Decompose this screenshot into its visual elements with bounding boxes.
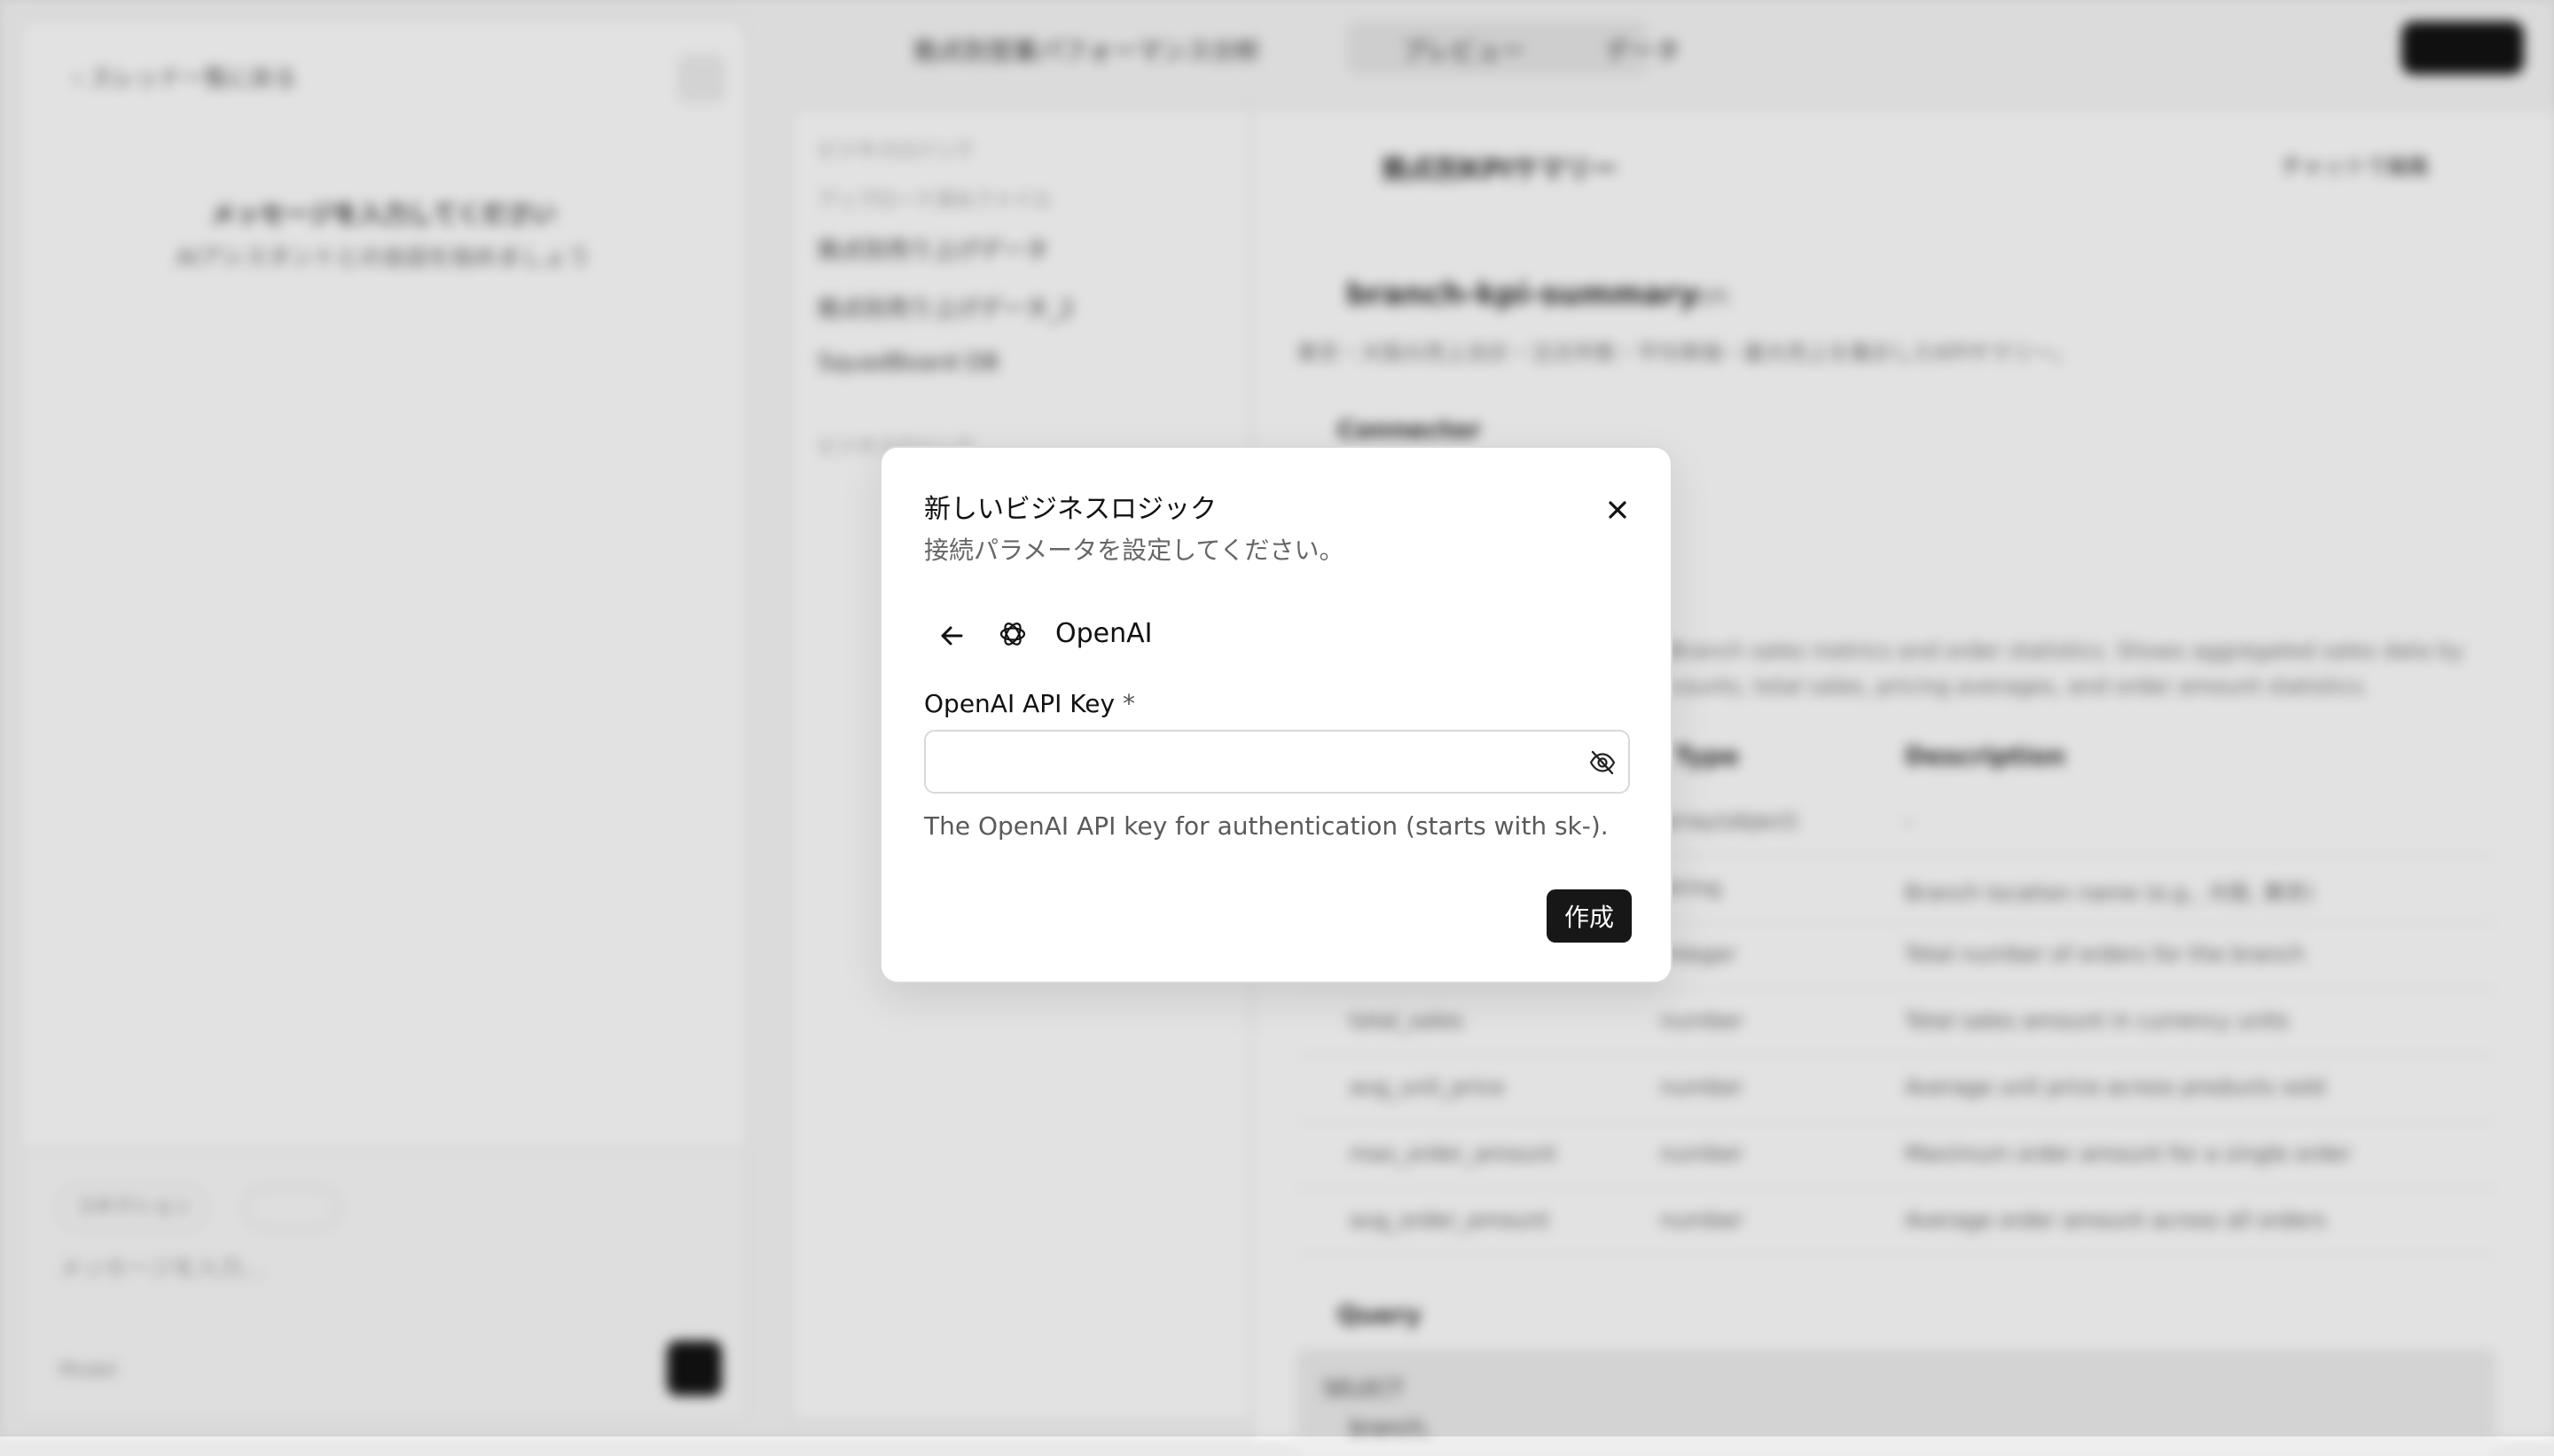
provider-name: OpenAI: [1055, 618, 1153, 649]
toggle-visibility-button[interactable]: [1587, 748, 1618, 778]
required-mark: *: [1122, 689, 1135, 718]
api-key-hint: The OpenAI API key for authentication (s…: [924, 811, 1609, 841]
close-icon: [1609, 501, 1626, 519]
close-button[interactable]: [1598, 490, 1637, 529]
api-key-label-text: OpenAI API Key: [924, 689, 1116, 718]
dialog-description: 接続パラメータを設定してください。: [924, 536, 1344, 565]
back-button[interactable]: [933, 616, 972, 655]
api-key-input[interactable]: [926, 732, 1547, 792]
new-business-logic-dialog: 新しいビジネスロジック 接続パラメータを設定してください。 OpenAI Ope…: [880, 446, 1673, 983]
create-button[interactable]: 作成: [1547, 889, 1632, 943]
openai-logo-icon: [999, 622, 1026, 646]
api-key-field: [924, 730, 1630, 794]
arrow-left-icon: [941, 626, 963, 646]
dialog-title: 新しいビジネスロジック: [924, 494, 1217, 525]
eye-off-icon: [1589, 750, 1616, 775]
api-key-label: OpenAI API Key *: [924, 689, 1135, 718]
